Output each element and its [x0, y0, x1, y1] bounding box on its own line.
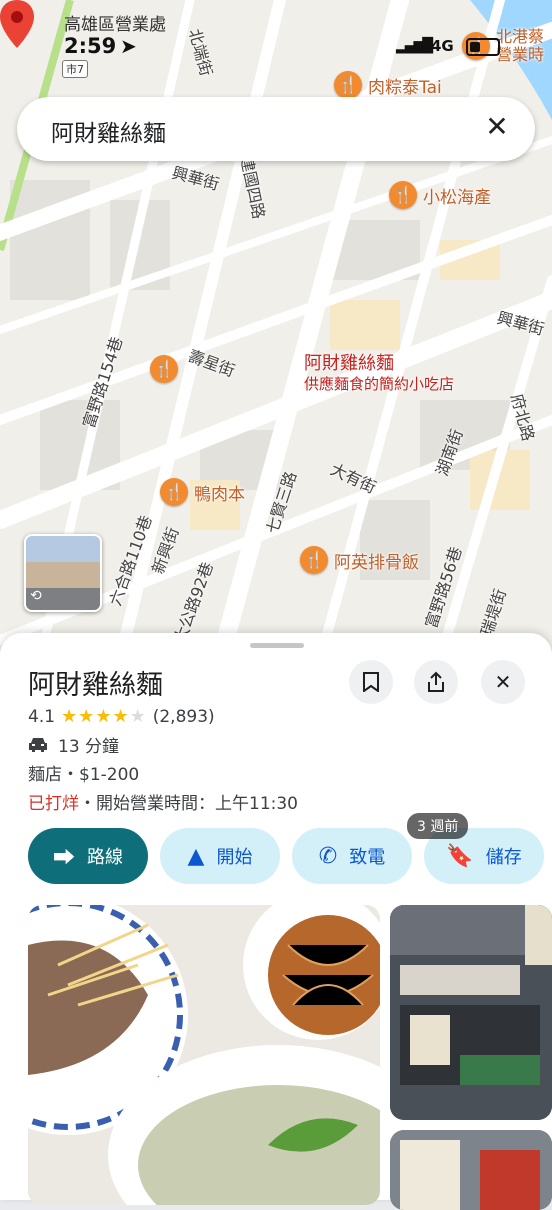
start-label: 開始	[216, 847, 253, 868]
directions-label: 路線	[87, 847, 123, 868]
star-rating-icon: ★★★★★	[61, 706, 147, 727]
review-count: (2,893)	[152, 706, 215, 727]
restaurant-icon: 🍴	[160, 478, 188, 506]
restaurant-icon: 🍴	[150, 355, 178, 383]
directions-button[interactable]: ⮕ 路線	[28, 828, 148, 884]
start-button[interactable]: ▲ 開始	[160, 828, 280, 884]
storefront-photo	[390, 905, 552, 1120]
poi-restaurant[interactable]: 🍴 阿英排骨飯	[300, 546, 419, 574]
close-icon: ✕	[494, 670, 512, 694]
restaurant-icon: 🍴	[334, 71, 362, 99]
status-bar: 高雄區營業處 2:59 ➤ 市7 ▂▄▆█ 4G	[0, 0, 552, 78]
rating-value: 4.1	[28, 706, 56, 727]
street-view-thumbnail[interactable]: ⟲	[24, 534, 102, 612]
sign-photo	[390, 1130, 552, 1210]
call-label: 致電	[349, 847, 386, 868]
bookmark-icon: 🔖	[446, 843, 474, 869]
category-price: 麵店・$1-200	[28, 765, 140, 785]
street-view-icon: ⟲	[30, 588, 42, 604]
place-sheet[interactable]: 阿財雞絲麵 ✕ 4.1 ★★★★★ (2,893) 13 分鐘 麵店・$1-20…	[0, 633, 552, 1210]
poi-label: 鴨肉本	[194, 484, 245, 505]
pin-subtitle: 供應麵食的簡約小吃店	[304, 375, 455, 393]
drive-time-label: 13 分鐘	[58, 737, 120, 757]
pin-title[interactable]: 阿財雞絲麵	[304, 349, 394, 375]
status-closed: 已打烊	[28, 794, 79, 814]
car-icon	[29, 737, 47, 752]
navigation-arrow-icon: ▲	[187, 843, 205, 869]
drag-handle[interactable]	[250, 643, 304, 648]
phone-icon: ✆	[318, 843, 338, 869]
place-title: 阿財雞絲麵	[28, 670, 163, 701]
battery-icon	[466, 38, 500, 56]
opening-hours[interactable]: 已打烊・開始營業時間：上午11:30	[28, 789, 298, 814]
close-icon[interactable]: ✕	[479, 109, 515, 145]
bookmark-icon	[363, 672, 379, 693]
poi-label: 阿英排骨飯	[334, 552, 419, 573]
share-button[interactable]	[414, 660, 458, 704]
restaurant-icon: 🍴	[389, 181, 417, 209]
rating-row[interactable]: 4.1 ★★★★★ (2,893)	[28, 706, 215, 727]
network-label: 4G	[431, 37, 454, 55]
poi-restaurant[interactable]: 🍴 肉粽泰Tai	[334, 71, 442, 99]
search-query[interactable]: 阿財雞絲麵	[51, 114, 166, 148]
place-photo[interactable]	[28, 905, 380, 1205]
opening-time: ・開始營業時間：上午11:30	[79, 794, 298, 814]
call-button[interactable]: ✆ 致電	[292, 828, 412, 884]
location-arrow-icon: ➤	[120, 34, 137, 58]
place-photo[interactable]	[390, 1130, 552, 1210]
save-label: 儲存	[485, 847, 522, 868]
place-photo[interactable]	[390, 905, 552, 1120]
route-shield: 市7	[62, 60, 88, 78]
status-location-label: 高雄區營業處	[64, 15, 166, 35]
directions-icon: ⮕	[52, 846, 75, 871]
search-bar[interactable]: 阿財雞絲麵 ✕	[17, 97, 535, 161]
poi-restaurant[interactable]: 🍴 小松海產	[389, 181, 491, 209]
poi-label: 小松海產	[423, 187, 491, 208]
restaurant-icon: 🍴	[300, 546, 328, 574]
poi-label: 肉粽泰Tai	[368, 77, 442, 98]
share-icon	[428, 671, 444, 692]
status-time: 2:59	[64, 34, 117, 58]
poi-restaurant[interactable]: 🍴	[150, 355, 178, 383]
signal-icon: ▂▄▆█	[396, 38, 433, 54]
photo-age-badge: 3 週前	[407, 813, 469, 839]
close-sheet-button[interactable]: ✕	[481, 660, 525, 704]
drive-time: 13 分鐘	[28, 732, 119, 757]
poi-restaurant[interactable]: 🍴 鴨肉本	[160, 478, 245, 506]
bookmark-button[interactable]	[349, 660, 393, 704]
food-photo	[28, 905, 380, 1205]
